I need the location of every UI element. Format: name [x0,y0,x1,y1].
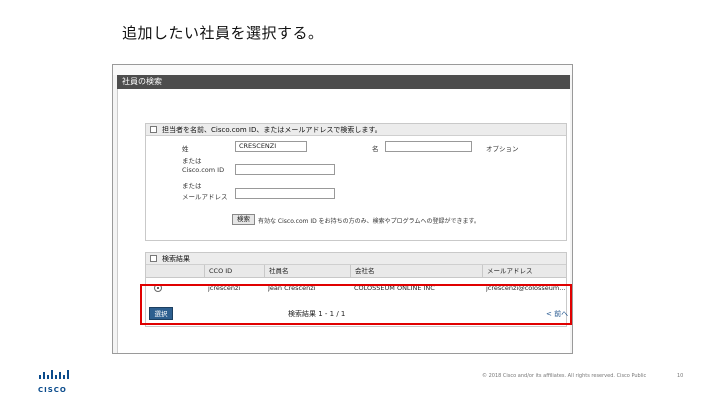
slide-title: 追加したい社員を選択する。 [122,24,324,42]
first-name-label: 名 [372,145,379,153]
cisco-logo: CISCO [38,365,72,394]
cisco-bridge-icon [39,370,69,379]
top-strip [113,65,572,75]
column-header-email[interactable]: メールアドレス [482,265,568,277]
search-section: 担当者を名前、Cisco.com ID、またはメールアドレスで検索します。 姓 … [145,123,567,241]
footer-copyright: © 2018 Cisco and/or its affiliates. All … [482,373,647,379]
email-input[interactable] [235,188,335,199]
first-name-input[interactable] [385,141,472,152]
window-title: 社員の検索 [117,75,570,89]
email-label: メールアドレス [182,193,228,201]
search-section-header[interactable]: 担当者を名前、Cisco.com ID、またはメールアドレスで検索します。 [146,124,566,136]
option-label: オプション [486,145,519,153]
search-section-checkbox[interactable] [150,126,157,133]
results-section-header[interactable]: 検索結果 [146,253,566,265]
last-name-label: 姓 [182,145,189,153]
results-section-checkbox[interactable] [150,255,157,262]
search-note: 有効な Cisco.com ID をお持ちの方のみ、検索やプログラムへの登録がで… [258,218,480,225]
page-number: 10 [677,373,684,379]
search-section-title: 担当者を名前、Cisco.com ID、またはメールアドレスで検索します。 [162,126,382,134]
email-label-or: または [182,182,202,190]
column-header-name[interactable]: 社員名 [264,265,350,277]
highlight-box [140,284,572,325]
results-section-title: 検索結果 [162,255,190,263]
results-table-header: CCO ID 社員名 会社名 メールアドレス [146,265,566,278]
cisco-wordmark: CISCO [38,386,67,394]
ccoid-label-or: または [182,157,202,165]
column-header-company[interactable]: 会社名 [350,265,482,277]
search-button[interactable]: 検索 [232,214,255,225]
last-name-input[interactable]: CRESCENZI [235,141,307,152]
ccoid-label: Cisco.com ID [182,166,225,174]
column-header-ccoid[interactable]: CCO ID [204,265,264,277]
ccoid-input[interactable] [235,164,335,175]
